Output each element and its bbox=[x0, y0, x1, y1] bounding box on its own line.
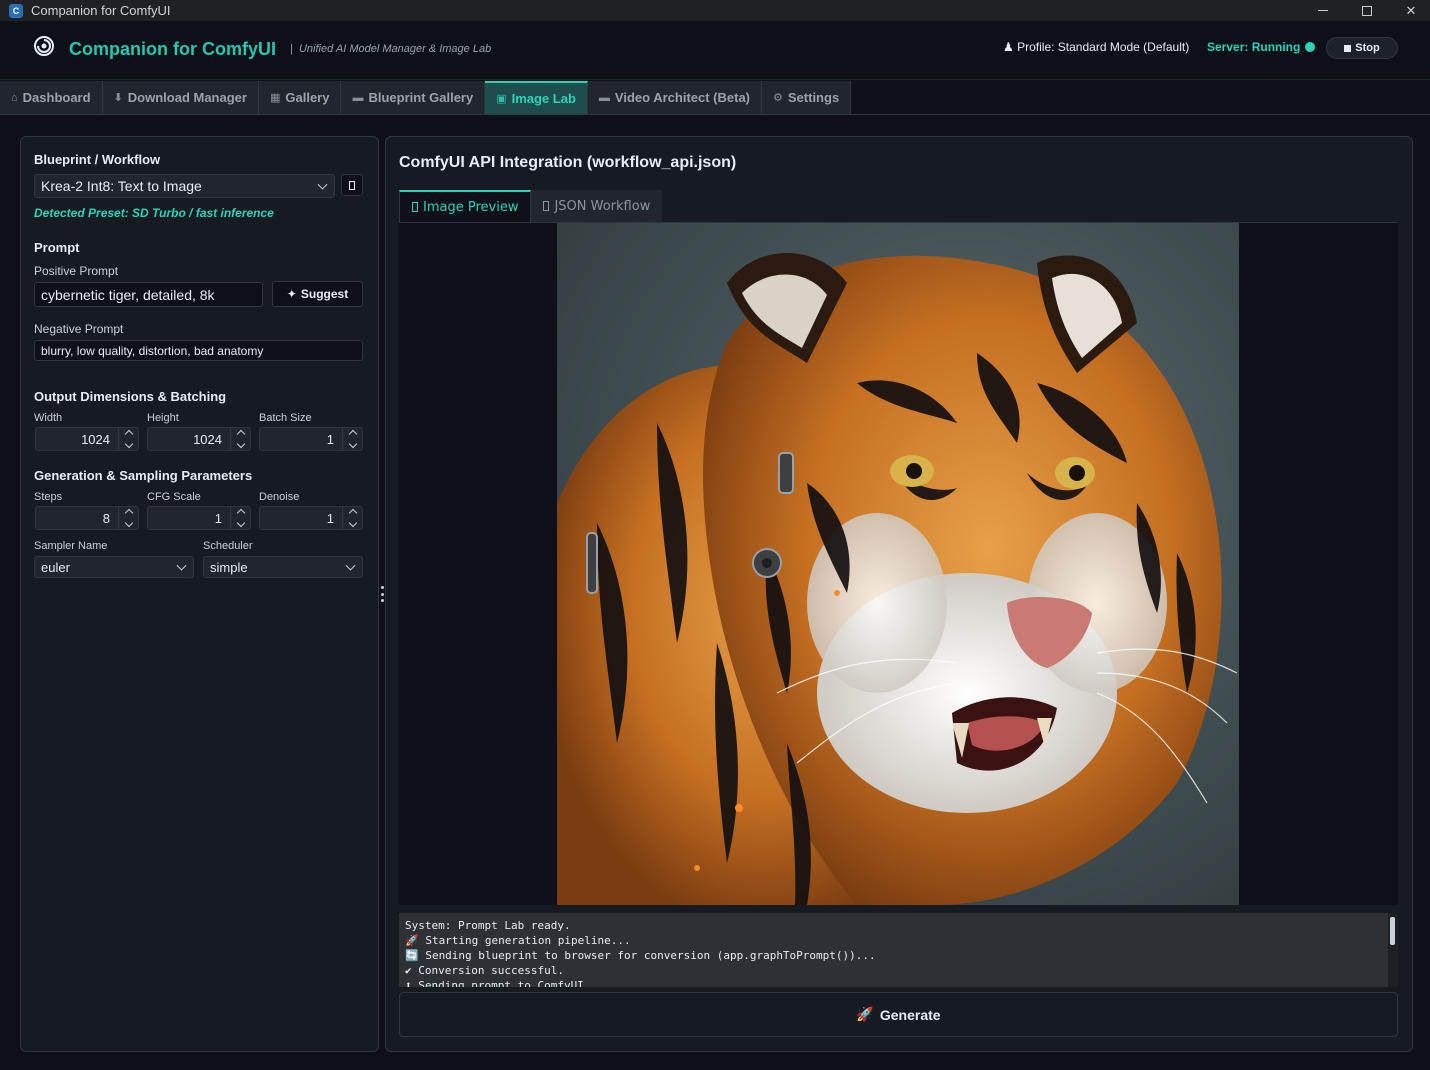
generation-log[interactable]: System: Prompt Lab ready. 🚀 Starting gen… bbox=[399, 913, 1398, 987]
negative-prompt-input[interactable]: blurry, low quality, distortion, bad ana… bbox=[34, 340, 363, 361]
app-title: Companion for ComfyUI bbox=[69, 39, 276, 59]
generation-section-title: Generation & Sampling Parameters bbox=[34, 468, 253, 483]
server-status: Server: Running bbox=[1207, 40, 1316, 54]
image-preview-area bbox=[399, 223, 1398, 905]
gear-icon: ⚙ bbox=[773, 92, 783, 104]
json-icon bbox=[543, 201, 550, 211]
sparkle-icon: ✦ bbox=[286, 287, 297, 301]
stop-square-icon bbox=[1344, 44, 1352, 52]
stepper-arrows-icon[interactable] bbox=[342, 428, 362, 450]
download-icon: ⬇ bbox=[113, 92, 123, 104]
cfg-scale-label: CFG Scale bbox=[147, 491, 201, 503]
gallery-icon: ▦ bbox=[269, 92, 281, 104]
maximize-icon bbox=[1362, 5, 1372, 16]
width-label: Width bbox=[34, 412, 63, 424]
generate-button[interactable]: 🚀 Generate bbox=[399, 992, 1398, 1037]
main-tabs: ⌂ Dashboard ⬇ Download Manager ▦ Gallery ▬ B… bbox=[0, 81, 852, 114]
server-running-dot-icon bbox=[1305, 42, 1316, 52]
height-stepper[interactable]: 1024 bbox=[147, 427, 251, 451]
positive-prompt-input[interactable]: cybernetic tiger, detailed, 8k bbox=[34, 282, 263, 307]
detected-preset-text: Detected Preset: SD Turbo / fast inferen… bbox=[34, 206, 274, 220]
blueprint-icon: ▬ bbox=[352, 91, 364, 104]
close-icon: ✕ bbox=[1405, 2, 1417, 18]
scheduler-label: Scheduler bbox=[203, 540, 253, 552]
workflow-open-button[interactable] bbox=[341, 174, 363, 196]
preview-tabs: Image Preview JSON Workflow bbox=[399, 190, 663, 222]
positive-prompt-label: Positive Prompt bbox=[34, 264, 119, 278]
image-preview-icon bbox=[412, 202, 418, 212]
tab-json-workflow[interactable]: JSON Workflow bbox=[531, 190, 663, 222]
minimize-icon bbox=[1318, 10, 1328, 11]
scheduler-select[interactable]: simple bbox=[203, 556, 363, 578]
profile-status[interactable]: ♟ Profile: Standard Mode (Default) bbox=[1003, 40, 1189, 54]
workflow-select[interactable]: Krea-2 Int8: Text to Image bbox=[34, 174, 335, 198]
app-icon: C bbox=[9, 3, 23, 18]
stepper-arrows-icon[interactable] bbox=[118, 428, 138, 450]
prompt-section-title: Prompt bbox=[34, 240, 80, 255]
spiral-logo-icon bbox=[34, 36, 54, 56]
stepper-arrows-icon[interactable] bbox=[230, 428, 250, 450]
home-icon: ⌂ bbox=[11, 91, 18, 104]
window-title: Companion for ComfyUI bbox=[31, 3, 171, 18]
blueprint-section-title: Blueprint / Workflow bbox=[34, 152, 161, 167]
steps-stepper[interactable]: 8 bbox=[35, 506, 139, 530]
sampler-select[interactable]: euler bbox=[34, 556, 194, 578]
chevron-down-icon bbox=[176, 560, 187, 571]
video-icon: ▬ bbox=[598, 91, 610, 104]
person-icon: ♟ bbox=[1003, 40, 1014, 54]
app-subtitle: | Unified AI Model Manager & Image Lab bbox=[290, 43, 492, 55]
log-scrollbar[interactable] bbox=[1388, 913, 1398, 987]
log-line: ✔ Conversion successful. bbox=[405, 964, 564, 977]
batch-size-stepper[interactable]: 1 bbox=[259, 427, 363, 451]
stepper-arrows-icon[interactable] bbox=[342, 507, 362, 529]
stop-server-button[interactable]: Stop bbox=[1326, 37, 1398, 59]
window-titlebar: C Companion for ComfyUI bbox=[0, 0, 1430, 21]
minimize-button[interactable] bbox=[1300, 0, 1346, 21]
stepper-arrows-icon[interactable] bbox=[118, 507, 138, 529]
tab-dashboard[interactable]: ⌂ Dashboard bbox=[0, 81, 103, 114]
log-line: System: Prompt Lab ready. bbox=[405, 919, 571, 932]
tab-settings[interactable]: ⚙ Settings bbox=[762, 81, 852, 114]
tab-blueprint-gallery[interactable]: ▬ Blueprint Gallery bbox=[341, 81, 486, 114]
height-label: Height bbox=[147, 412, 179, 424]
close-window-button[interactable]: ✕ bbox=[1388, 0, 1430, 21]
api-panel-title: ComfyUI API Integration (workflow_api.js… bbox=[399, 154, 737, 171]
tab-gallery[interactable]: ▦ Gallery bbox=[258, 81, 342, 114]
chevron-down-icon bbox=[345, 560, 356, 571]
batch-size-label: Batch Size bbox=[259, 412, 312, 424]
image-lab-icon: ▣ bbox=[496, 93, 507, 105]
app-header: Companion for ComfyUI | Unified AI Model… bbox=[0, 21, 1430, 80]
steps-label: Steps bbox=[34, 491, 63, 503]
tabbar-divider bbox=[0, 114, 1430, 115]
tab-video-architect[interactable]: ▬ Video Architect (Beta) bbox=[587, 81, 763, 114]
tab-image-lab[interactable]: ▣ Image Lab bbox=[485, 81, 588, 114]
stepper-arrows-icon[interactable] bbox=[230, 507, 250, 529]
cfg-scale-stepper[interactable]: 1 bbox=[147, 506, 251, 530]
log-line: 🚀 Starting generation pipeline... bbox=[405, 934, 631, 947]
maximize-button[interactable] bbox=[1344, 0, 1390, 21]
tab-image-preview[interactable]: Image Preview bbox=[399, 190, 532, 222]
width-stepper[interactable]: 1024 bbox=[35, 427, 139, 451]
rocket-icon: 🚀 bbox=[856, 1006, 874, 1022]
denoise-label: Denoise bbox=[259, 491, 300, 503]
negative-prompt-label: Negative Prompt bbox=[34, 322, 124, 336]
chevron-down-icon bbox=[317, 179, 328, 190]
generated-tiger-image bbox=[557, 223, 1239, 905]
suggest-button[interactable]: ✦ Suggest bbox=[272, 281, 363, 307]
denoise-stepper[interactable]: 1 bbox=[259, 506, 363, 530]
log-line: ⬆ Sending prompt to ComfyUI... bbox=[405, 979, 604, 987]
log-line: 🔄 Sending blueprint to browser for conve… bbox=[405, 949, 876, 962]
sampler-name-label: Sampler Name bbox=[34, 540, 108, 552]
placeholder-icon bbox=[349, 180, 355, 190]
scrollbar-thumb[interactable] bbox=[1390, 917, 1395, 945]
output-section-title: Output Dimensions & Batching bbox=[34, 389, 227, 404]
tab-download-manager[interactable]: ⬇ Download Manager bbox=[102, 81, 259, 114]
